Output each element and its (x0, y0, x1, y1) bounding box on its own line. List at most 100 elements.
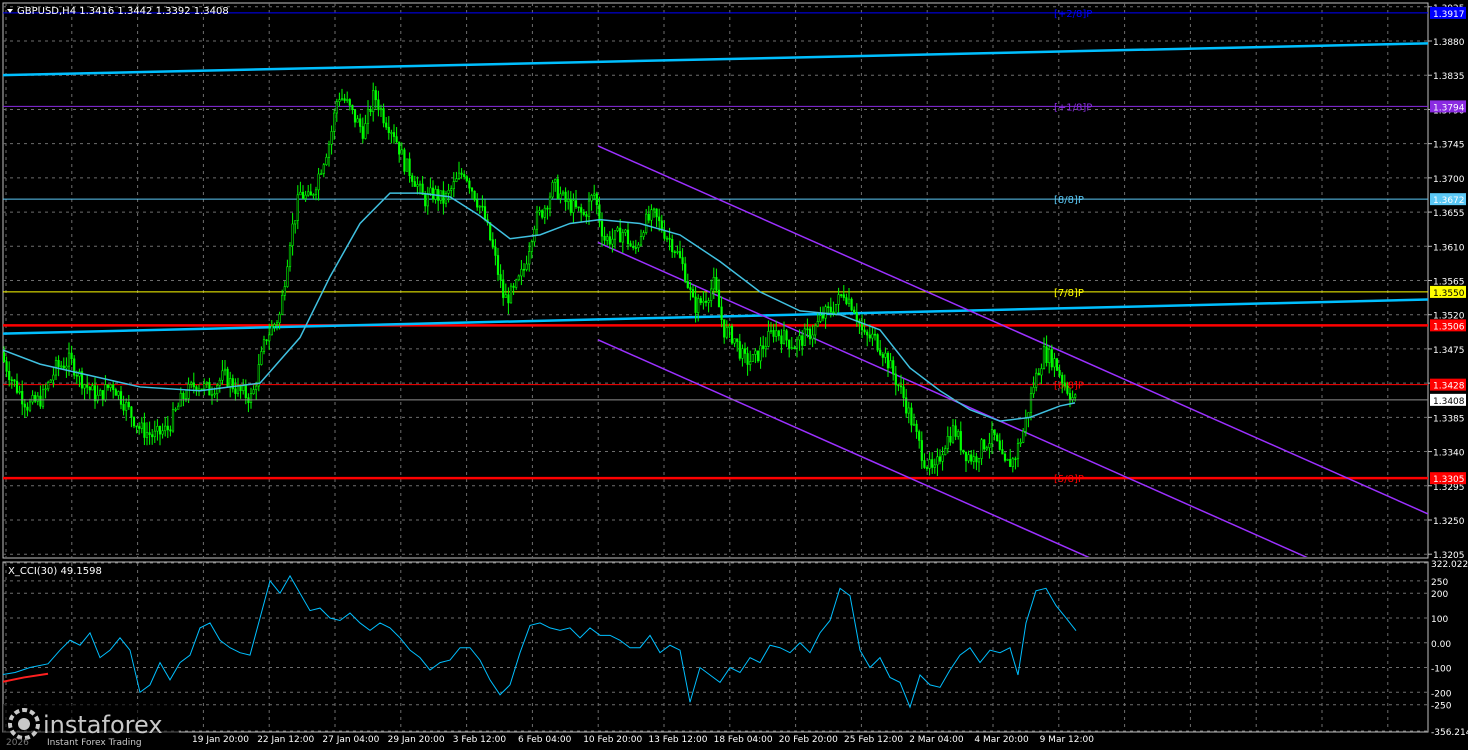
candle-body (634, 247, 637, 249)
candle-body (309, 191, 312, 196)
candle-body (572, 200, 575, 213)
candle-body (681, 257, 684, 265)
candle-body (140, 422, 143, 429)
candle-body (749, 361, 752, 365)
time-tick-label: 25 Feb 12:00 (844, 735, 903, 745)
candle-body (418, 183, 422, 186)
candle-body (728, 325, 731, 328)
candle-body (166, 425, 169, 431)
candle-body (507, 294, 510, 304)
candle-body (816, 321, 819, 327)
watermark-date-partial: 2026 (6, 738, 29, 748)
time-tick-label: 20 Feb 20:00 (779, 735, 838, 745)
candle-body (161, 430, 164, 435)
candle-body (754, 350, 757, 355)
murrey-level-label: [7/8]P (1054, 288, 1084, 299)
candle-body (387, 126, 390, 133)
candle-body (44, 388, 47, 391)
candle-body (1045, 346, 1048, 364)
candle-body (684, 263, 687, 282)
candle-body (980, 439, 983, 459)
candle-body (460, 172, 463, 175)
candle-body (951, 425, 955, 443)
candle-body (840, 294, 843, 296)
symbol-header: GBPUSD,H4 1.3416 1.3442 1.3392 1.3408 (7, 6, 229, 17)
candle-body (975, 456, 978, 463)
candle-body (600, 220, 604, 237)
candle-body (49, 379, 52, 383)
candle-body (330, 131, 333, 145)
candle-body (990, 429, 994, 444)
candle-body (845, 297, 848, 304)
price-tick-label: 1.3385 (1433, 414, 1465, 424)
candle-body (608, 236, 611, 245)
candle-body (515, 279, 518, 288)
candle-body (762, 345, 765, 350)
candle-body (1040, 368, 1043, 376)
candle-body (221, 370, 224, 381)
candle-body (803, 328, 806, 346)
candle-body (416, 184, 419, 187)
price-tick-label: 1.3340 (1433, 449, 1465, 459)
candle-body (481, 205, 484, 208)
candle-body (109, 384, 112, 388)
candle-body (595, 193, 598, 206)
candle-body (1068, 393, 1072, 400)
candle-body (1019, 442, 1022, 444)
candle-body (1058, 370, 1061, 376)
candle-body (229, 378, 232, 387)
candle-body (242, 385, 245, 392)
candle-body (325, 156, 328, 165)
level-tag-label: 1.3672 (1433, 196, 1465, 206)
cci-tick-label: 100 (1431, 615, 1448, 625)
candle-body (957, 431, 960, 437)
candle-body (372, 90, 375, 112)
candle-body (567, 199, 570, 203)
candle-body (379, 108, 383, 111)
candle-body (463, 174, 466, 177)
candle-body (730, 325, 734, 344)
candle-body (21, 390, 24, 405)
candle-body (606, 236, 609, 241)
candle-body (455, 178, 458, 182)
candle-body (645, 213, 648, 233)
candle-body (327, 144, 331, 158)
candle-body (707, 300, 710, 303)
candle-body (301, 191, 305, 199)
candle-body (132, 416, 136, 427)
candle-body (1022, 431, 1025, 443)
level-tag-label: 1.3550 (1433, 289, 1465, 299)
candle-body (613, 230, 617, 240)
time-tick-label: 6 Feb 04:00 (518, 735, 572, 745)
candle-body (860, 322, 864, 331)
candle-body (106, 384, 110, 388)
candle-body (619, 227, 622, 243)
price-tick-label: 1.3655 (1433, 209, 1465, 219)
candle-body (1074, 394, 1077, 398)
candle-body (808, 328, 812, 340)
level-tag-label: 1.3794 (1433, 103, 1465, 113)
candle-body (1006, 459, 1009, 461)
candle-body (795, 339, 799, 349)
candle-body (408, 158, 411, 177)
candle-body (780, 335, 783, 345)
cci-tick-label: 322.0224 (1431, 560, 1468, 570)
candle-body (988, 443, 991, 448)
cci-label: X_CCI(30) 49.1598 (8, 566, 102, 577)
candle-body (296, 194, 299, 221)
candle-body (551, 182, 554, 198)
candle-body (1001, 449, 1004, 455)
candle-body (925, 467, 929, 469)
candle-body (1055, 358, 1059, 371)
candle-body (512, 285, 515, 288)
candle-body (8, 371, 11, 381)
candle-body (704, 300, 708, 303)
candle-body (444, 192, 448, 204)
candle-body (65, 365, 68, 369)
time-tick-label: 22 Jan 12:00 (257, 735, 314, 745)
candle-body (491, 239, 494, 248)
candle-body (36, 395, 39, 402)
level-tag-label: 1.3917 (1433, 10, 1465, 20)
candle-body (821, 315, 825, 319)
candle-body (936, 456, 939, 466)
